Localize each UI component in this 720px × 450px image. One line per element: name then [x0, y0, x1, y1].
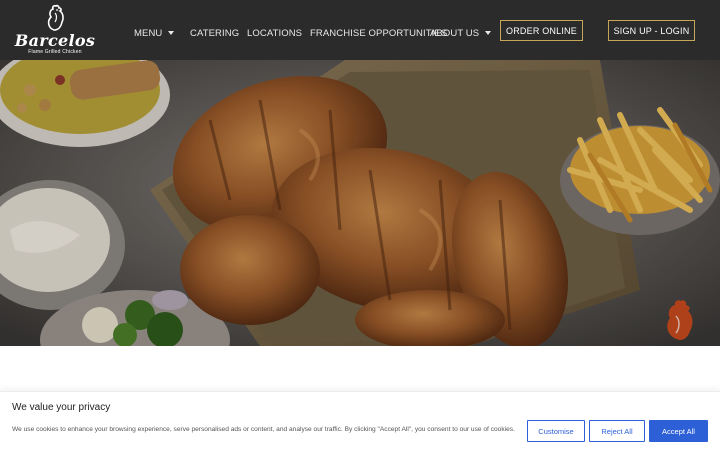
nav-franchise-label: FRANCHISE OPPORTUNITIES — [310, 27, 448, 39]
rooster-icon — [47, 4, 64, 31]
cookie-customise-button[interactable]: Customise — [527, 420, 585, 442]
customise-label: Customise — [538, 426, 574, 436]
hero-banner — [0, 60, 720, 346]
cookie-accept-button[interactable]: Accept All — [649, 420, 708, 442]
nav-item-menu[interactable]: MENU — [134, 26, 175, 40]
nav-item-franchise[interactable]: FRANCHISE OPPORTUNITIES — [310, 26, 447, 40]
nav-menu-label: MENU — [134, 27, 163, 39]
nav-locations-label: LOCATIONS — [247, 27, 303, 39]
site-header: Barcelos Flame Grilled Chicken MENU CATE… — [0, 0, 720, 60]
nav-item-about[interactable]: ABOUT US — [430, 26, 492, 40]
nav-catering-label: CATERING — [190, 27, 240, 39]
cookie-description: We use cookies to enhance your browsing … — [12, 426, 515, 433]
order-online-button[interactable]: ORDER ONLINE — [500, 20, 583, 41]
accept-label: Accept All — [662, 426, 695, 436]
brand-tagline: Flame Grilled Chicken — [28, 49, 82, 55]
brand-logo[interactable]: Barcelos Flame Grilled Chicken — [10, 4, 100, 58]
order-online-label: ORDER ONLINE — [506, 25, 577, 36]
cookie-reject-button[interactable]: Reject All — [589, 420, 645, 442]
nav-item-locations[interactable]: LOCATIONS — [247, 26, 302, 40]
hero-food-image — [0, 60, 720, 346]
brand-name: Barcelos — [14, 31, 96, 50]
nav-about-label: ABOUT US — [430, 27, 480, 39]
reject-label: Reject All — [601, 426, 633, 436]
signup-login-label: SIGN UP - LOGIN — [613, 25, 690, 36]
chevron-down-icon — [168, 31, 175, 35]
cookie-consent-banner: We value your privacy We use cookies to … — [0, 391, 720, 450]
page: Barcelos Flame Grilled Chicken MENU CATE… — [0, 0, 720, 450]
chevron-down-icon — [485, 31, 492, 35]
signup-login-button[interactable]: SIGN UP - LOGIN — [608, 20, 695, 41]
cookie-title: We value your privacy — [12, 402, 111, 413]
nav-item-catering[interactable]: CATERING — [190, 26, 239, 40]
